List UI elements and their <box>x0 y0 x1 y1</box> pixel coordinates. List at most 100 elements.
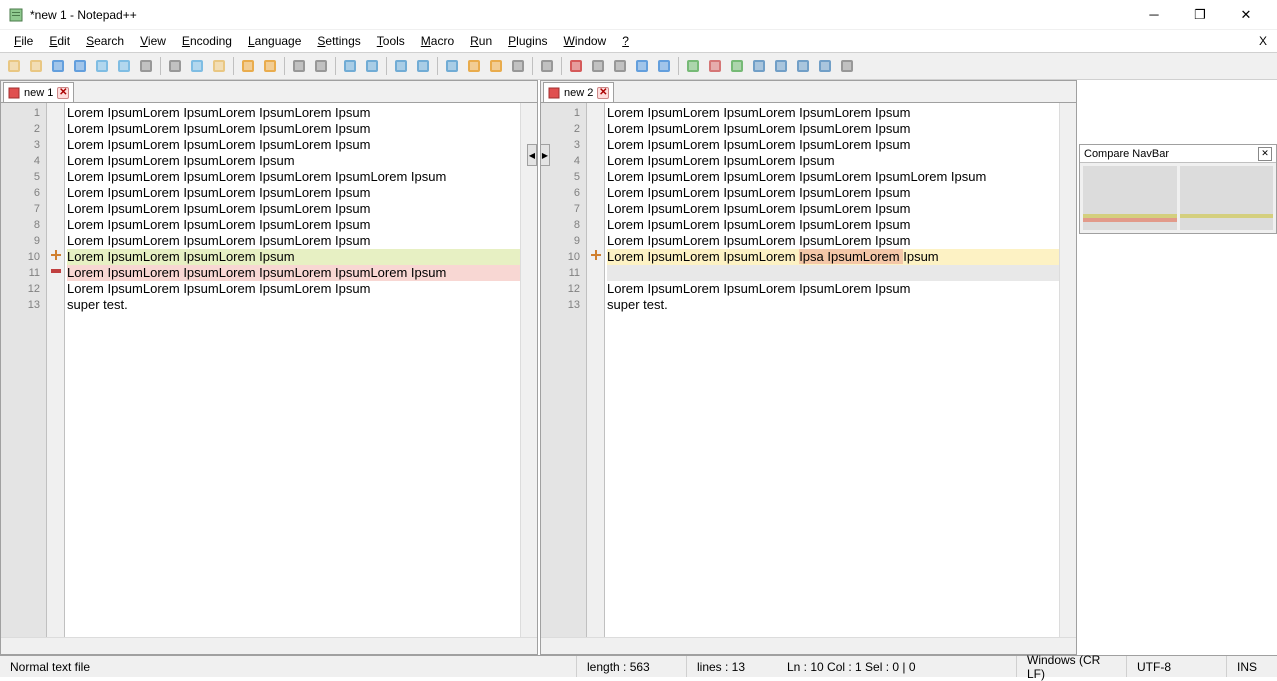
text-line[interactable]: Lorem IpsumLorem IpsumLorem IpsumLorem I… <box>67 105 520 121</box>
text-line[interactable]: Lorem IpsumLorem IpsumLorem IpsumLorem I… <box>607 121 1059 137</box>
sync-v-icon[interactable] <box>391 56 411 76</box>
text-line[interactable]: Lorem IpsumLorem IpsumLorem IpsumLorem I… <box>67 169 520 185</box>
diff-marker <box>47 183 64 199</box>
menu-search[interactable]: Search <box>78 32 132 50</box>
compare-navbar-close[interactable]: ✕ <box>1258 147 1272 161</box>
collapse-left-arrow[interactable]: ◀ <box>527 144 537 166</box>
text-line[interactable]: Lorem IpsumLorem IpsumLorem IpsumLorem I… <box>67 281 520 297</box>
text-line[interactable]: Lorem IpsumLorem IpsumLorem IpsumLorem I… <box>67 185 520 201</box>
record-macro-icon[interactable] <box>566 56 586 76</box>
first-diff-icon[interactable] <box>749 56 769 76</box>
indent-guide-icon[interactable] <box>486 56 506 76</box>
menu-tools[interactable]: Tools <box>369 32 413 50</box>
text-line[interactable]: Lorem IpsumLorem IpsumLorem IpsumLorem I… <box>607 217 1059 233</box>
text-line[interactable]: Lorem IpsumLorem IpsumLorem IpsumLorem I… <box>67 265 520 281</box>
editor-left[interactable]: 12345678910111213 Lorem IpsumLorem Ipsum… <box>1 103 537 637</box>
text-line[interactable]: super test. <box>67 297 520 313</box>
open-file-icon[interactable] <box>26 56 46 76</box>
doc-map-icon[interactable] <box>537 56 557 76</box>
text-line[interactable]: Lorem IpsumLorem IpsumLorem IpsumLorem I… <box>67 137 520 153</box>
menu-file[interactable]: File <box>6 32 41 50</box>
close-window-button[interactable]: ✕ <box>1223 0 1269 30</box>
zoom-out-icon[interactable] <box>362 56 382 76</box>
diff-marker <box>587 231 604 247</box>
text-line[interactable]: Lorem IpsumLorem IpsumLorem IpsumLorem I… <box>607 281 1059 297</box>
play-macro-icon[interactable] <box>610 56 630 76</box>
wordwrap-icon[interactable] <box>442 56 462 76</box>
text-line[interactable]: super test. <box>607 297 1059 313</box>
nav-col-left[interactable] <box>1083 166 1177 230</box>
menu-window[interactable]: Window <box>556 32 615 50</box>
text-line[interactable]: Lorem IpsumLorem IpsumLorem IpsumLorem I… <box>607 105 1059 121</box>
compare-icon[interactable] <box>683 56 703 76</box>
zoom-in-icon[interactable] <box>340 56 360 76</box>
sync-h-icon[interactable] <box>413 56 433 76</box>
menu-view[interactable]: View <box>132 32 174 50</box>
nav-col-right[interactable] <box>1180 166 1274 230</box>
scrollbar-vertical[interactable] <box>520 103 537 637</box>
close-all-icon[interactable] <box>114 56 134 76</box>
text-line[interactable]: Lorem IpsumLorem IpsumLorem IpsumLorem I… <box>67 201 520 217</box>
text-line[interactable]: Lorem IpsumLorem IpsumLorem Ipsum <box>67 153 520 169</box>
menubar-close-button[interactable]: X <box>1259 34 1267 48</box>
text-line[interactable]: Lorem IpsumLorem IpsumLorem IpsumLorem I… <box>607 233 1059 249</box>
text-area[interactable]: Lorem IpsumLorem IpsumLorem Ipsum Lorem I… <box>65 103 520 637</box>
play-multi-icon[interactable] <box>632 56 652 76</box>
menu-encoding[interactable]: Encoding <box>174 32 240 50</box>
menu-run[interactable]: Run <box>462 32 500 50</box>
redo-icon[interactable] <box>260 56 280 76</box>
menu-edit[interactable]: Edit <box>41 32 78 50</box>
scrollbar-horizontal[interactable] <box>1 637 537 654</box>
replace-icon[interactable] <box>311 56 331 76</box>
collapse-right-arrow[interactable]: ▶ <box>540 144 550 166</box>
editor-right[interactable]: 12345678910111213 Lorem IpsumLorem Ipsum… <box>541 103 1076 637</box>
save-icon[interactable] <box>48 56 68 76</box>
text-area[interactable]: Lorem IpsumLorem IpsumLorem Ipsum Lorem I… <box>605 103 1059 637</box>
stop-macro-icon[interactable] <box>588 56 608 76</box>
text-line[interactable]: Lorem IpsumLorem IpsumLorem IpsumLorem I… <box>67 121 520 137</box>
menu-macro[interactable]: Macro <box>413 32 462 50</box>
text-line[interactable]: Lorem IpsumLorem IpsumLorem IpsumLorem I… <box>67 217 520 233</box>
scrollbar-vertical[interactable] <box>1059 103 1076 637</box>
menu-plugins[interactable]: Plugins <box>500 32 555 50</box>
cut-icon[interactable] <box>165 56 185 76</box>
nav-bar-icon[interactable] <box>837 56 857 76</box>
menu-language[interactable]: Language <box>240 32 309 50</box>
find-icon[interactable] <box>289 56 309 76</box>
lang-icon[interactable] <box>508 56 528 76</box>
text-line[interactable]: Lorem IpsumLorem IpsumLorem Ipsum <box>67 249 520 265</box>
undo-icon[interactable] <box>238 56 258 76</box>
minimize-button[interactable]: ─ <box>1131 0 1177 30</box>
text-line[interactable]: Lorem IpsumLorem IpsumLorem IpsumLorem I… <box>607 201 1059 217</box>
text-line[interactable] <box>607 265 1059 281</box>
line-number: 5 <box>541 169 580 185</box>
prev-diff-icon[interactable] <box>771 56 791 76</box>
print-icon[interactable] <box>136 56 156 76</box>
scrollbar-horizontal[interactable] <box>541 637 1076 654</box>
copy-icon[interactable] <box>187 56 207 76</box>
new-file-icon[interactable] <box>4 56 24 76</box>
tab-new-2[interactable]: new 2 ✕ <box>543 82 614 102</box>
menu-settings[interactable]: Settings <box>309 32 368 50</box>
text-line[interactable]: Lorem IpsumLorem IpsumLorem Ipsum <box>607 153 1059 169</box>
next-diff-icon[interactable] <box>793 56 813 76</box>
text-line[interactable]: Lorem IpsumLorem IpsumLorem IpsumLorem I… <box>607 137 1059 153</box>
last-diff-icon[interactable] <box>815 56 835 76</box>
maximize-button[interactable]: ❐ <box>1177 0 1223 30</box>
close-tab-button[interactable]: ✕ <box>57 87 69 99</box>
menu-help[interactable]: ? <box>614 32 637 50</box>
diff-marker <box>47 151 64 167</box>
text-line[interactable]: Lorem IpsumLorem IpsumLorem IpsumLorem I… <box>607 185 1059 201</box>
save-all-icon[interactable] <box>70 56 90 76</box>
close-icon[interactable] <box>92 56 112 76</box>
save-macro-icon[interactable] <box>654 56 674 76</box>
paste-icon[interactable] <box>209 56 229 76</box>
compare-clear-icon[interactable] <box>705 56 725 76</box>
text-line[interactable]: Lorem IpsumLorem IpsumLorem IpsumLorem I… <box>607 169 1059 185</box>
text-line[interactable]: Lorem IpsumLorem IpsumLorem IpsumLorem I… <box>67 233 520 249</box>
all-chars-icon[interactable] <box>464 56 484 76</box>
tab-new-1[interactable]: new 1 ✕ <box>3 82 74 102</box>
text-line[interactable]: Lorem IpsumLorem IpsumLorem Ipsa IpsumLo… <box>607 249 1059 265</box>
compare-opts-icon[interactable] <box>727 56 747 76</box>
close-tab-button[interactable]: ✕ <box>597 87 609 99</box>
